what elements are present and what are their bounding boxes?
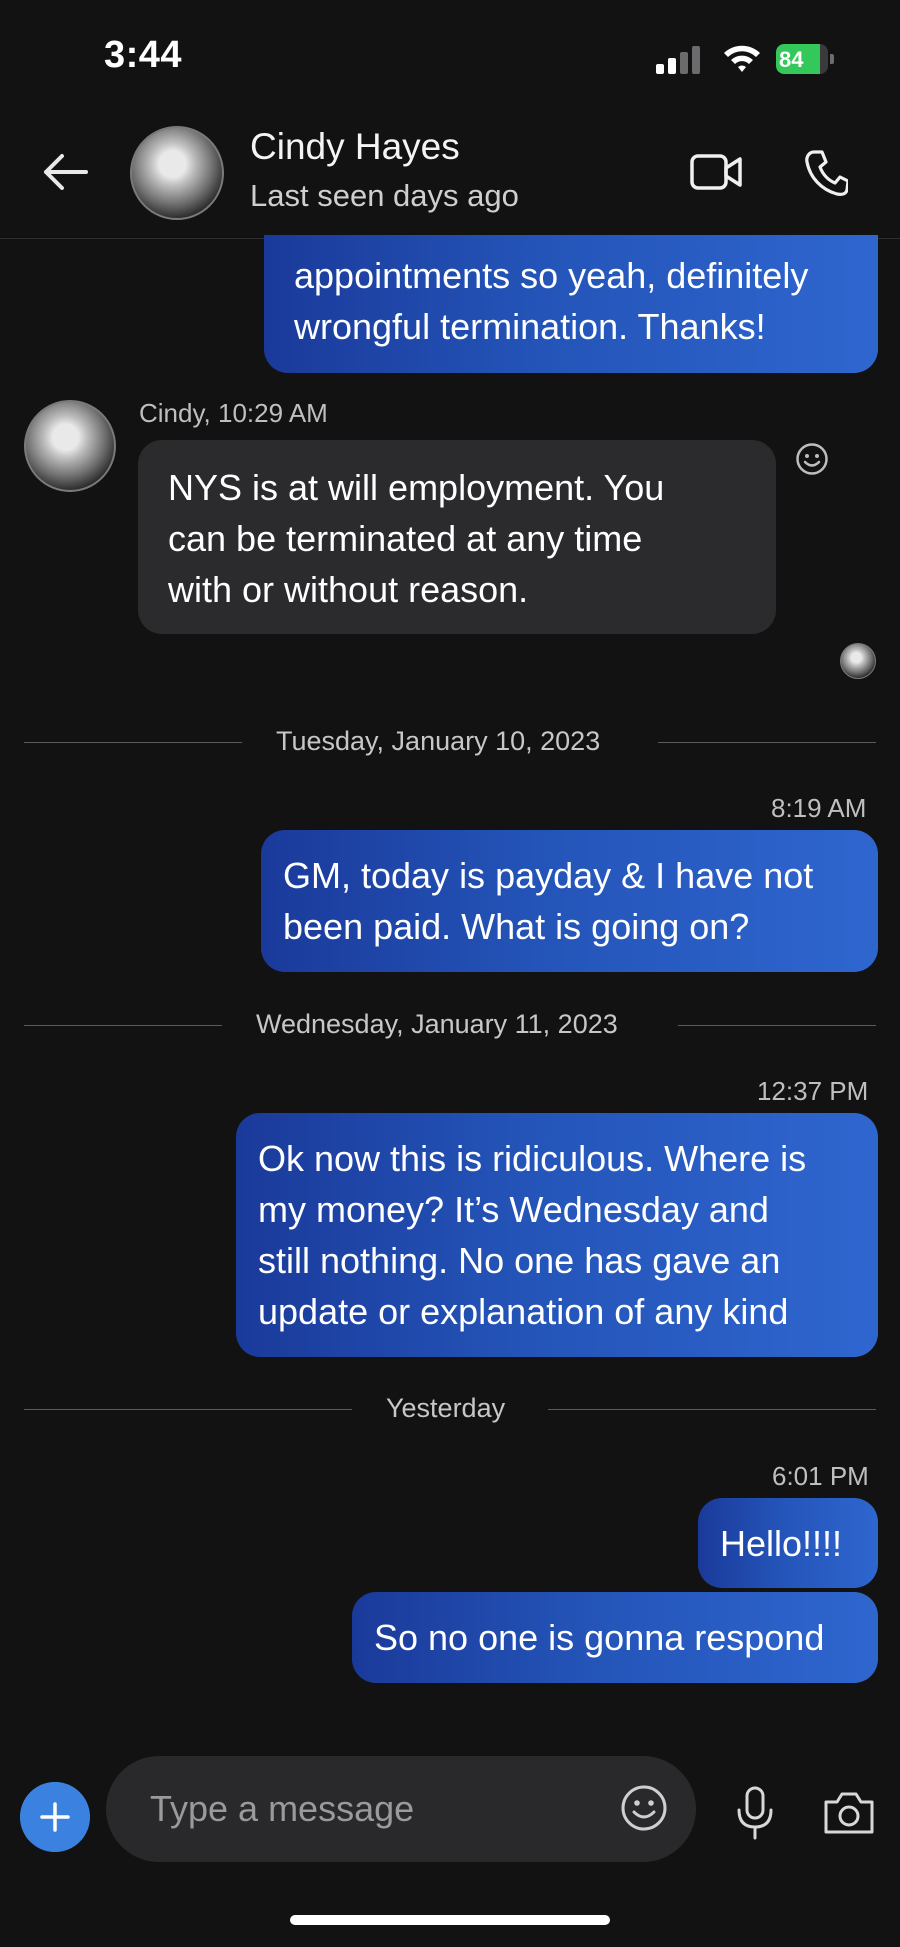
- message-input-placeholder: Type a message: [150, 1788, 415, 1829]
- message-line: So no one is gonna respond: [374, 1617, 825, 1658]
- message-line: wrongful termination. Thanks!: [294, 306, 766, 347]
- message-line: been paid. What is going on?: [283, 906, 750, 947]
- message-line: with or without reason.: [168, 569, 529, 610]
- emoji-icon[interactable]: [620, 1784, 668, 1832]
- back-arrow-icon[interactable]: [40, 150, 90, 194]
- camera-icon[interactable]: [822, 1790, 876, 1836]
- contact-last-seen: Last seen days ago: [250, 178, 519, 213]
- reaction-smiley-icon[interactable]: [795, 442, 829, 476]
- message-line: Hello!!!!: [720, 1523, 843, 1564]
- contact-avatar[interactable]: [130, 126, 224, 220]
- video-call-icon[interactable]: [690, 150, 742, 194]
- battery-level: 84: [779, 47, 804, 72]
- message-line: NYS is at will employment. You: [168, 467, 665, 508]
- date-separator: Yesterday: [24, 1389, 876, 1429]
- message-line: can be terminated at any time: [168, 518, 643, 559]
- message-line: GM, today is payday & I have not: [283, 855, 814, 896]
- message-line: my money? It’s Wednesday and: [258, 1189, 769, 1230]
- message-timestamp: 6:01 PM: [772, 1461, 869, 1491]
- wifi-icon: [724, 45, 760, 72]
- battery-indicator: 84: [776, 44, 836, 76]
- message-bubble-outgoing-partial[interactable]: appointments so yeah, definitely wrongfu…: [264, 235, 878, 373]
- message-bubble-outgoing[interactable]: Hello!!!!: [698, 1498, 878, 1588]
- message-bubble-outgoing[interactable]: GM, today is payday & I have not been pa…: [261, 830, 878, 972]
- message-bubble-outgoing[interactable]: So no one is gonna respond: [352, 1592, 878, 1683]
- cellular-signal-icon: [656, 46, 700, 74]
- contact-name[interactable]: Cindy Hayes: [250, 126, 460, 168]
- add-attachment-button[interactable]: [20, 1782, 90, 1852]
- message-timestamp: 12:37 PM: [757, 1076, 869, 1106]
- microphone-icon[interactable]: [734, 1786, 776, 1840]
- phone-call-icon[interactable]: [804, 148, 848, 196]
- date-separator-label: Wednesday, January 11, 2023: [256, 1009, 618, 1039]
- date-separator: Wednesday, January 11, 2023: [24, 1005, 876, 1045]
- date-separator-label: Tuesday, January 10, 2023: [276, 726, 601, 756]
- home-indicator: [290, 1915, 610, 1925]
- read-receipt-avatar: [840, 643, 876, 679]
- message-line: appointments so yeah, definitely: [294, 255, 809, 296]
- date-separator-label: Yesterday: [386, 1393, 506, 1423]
- message-timestamp: 8:19 AM: [771, 793, 867, 823]
- sender-meta: Cindy, 10:29 AM: [139, 398, 328, 428]
- message-bubble-outgoing[interactable]: Ok now this is ridiculous. Where is my m…: [236, 1113, 878, 1357]
- sender-avatar[interactable]: [24, 400, 116, 492]
- message-line: update or explanation of any kind: [258, 1291, 789, 1332]
- status-time: 3:44: [104, 34, 183, 76]
- message-line: still nothing. No one has gave an: [258, 1240, 781, 1281]
- date-separator: Tuesday, January 10, 2023: [24, 722, 876, 762]
- message-line: Ok now this is ridiculous. Where is: [258, 1138, 807, 1179]
- message-bubble-incoming[interactable]: NYS is at will employment. You can be te…: [138, 440, 776, 634]
